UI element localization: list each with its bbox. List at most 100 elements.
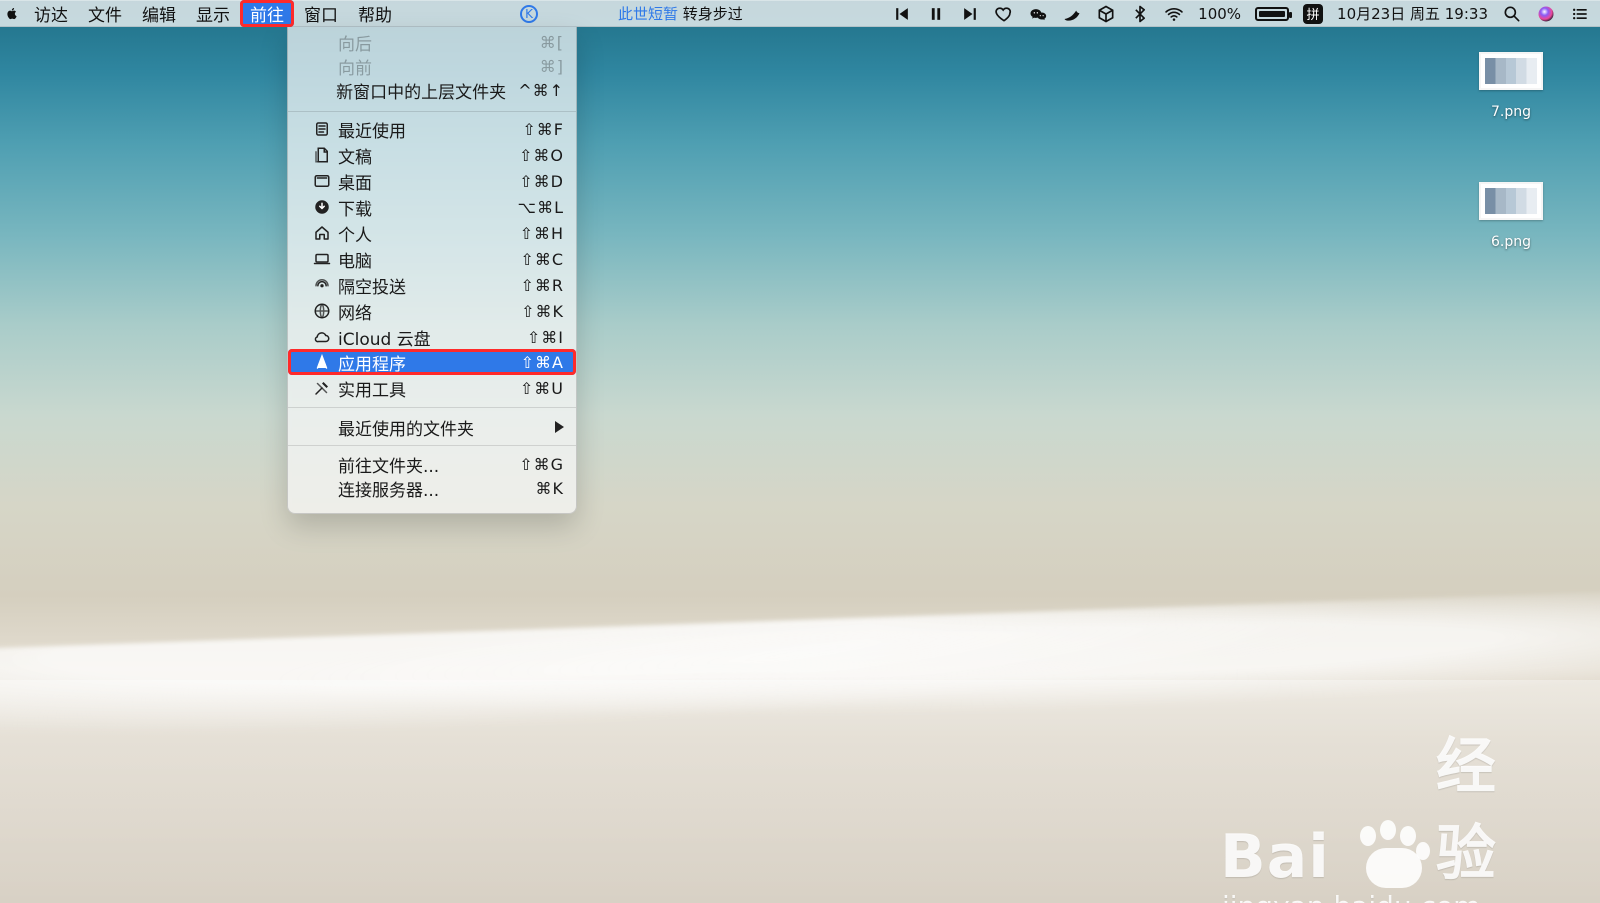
menu-item-go-to-folder[interactable]: 前往文件夹... ⇧⌘G bbox=[288, 451, 576, 477]
menu-item-shortcut: ^⌘↑ bbox=[518, 80, 564, 100]
menu-item-shortcut: ⇧⌘K bbox=[521, 301, 564, 321]
menubar-left: 访达 文件 编辑 显示 前往 窗口 帮助 bbox=[0, 0, 402, 27]
menu-item-icon-placeholder bbox=[312, 454, 332, 474]
menubar-item-label: 前往 bbox=[250, 5, 284, 26]
apple-icon bbox=[4, 4, 20, 22]
battery-icon[interactable] bbox=[1255, 6, 1293, 21]
pause-icon[interactable] bbox=[926, 4, 946, 24]
search-icon[interactable] bbox=[1502, 4, 1522, 24]
menu-item-label: iCloud 云盘 bbox=[338, 329, 431, 350]
menubar-item-label: 编辑 bbox=[142, 5, 176, 26]
network-icon bbox=[312, 301, 332, 321]
datetime[interactable]: 10月23日 周五 19:33 bbox=[1337, 3, 1488, 24]
desktop-file-7-png[interactable]: 7.png bbox=[1466, 52, 1556, 120]
menu-item-applications[interactable]: 应用程序 ⇧⌘A bbox=[288, 349, 576, 375]
file-thumbnail bbox=[1479, 182, 1543, 220]
menu-item-label: 下载 bbox=[338, 199, 372, 220]
submenu-arrow bbox=[544, 418, 564, 437]
menu-item-label: 连接服务器... bbox=[338, 480, 440, 501]
menubar-item-finder[interactable]: 访达 bbox=[24, 0, 78, 27]
menu-item-label: 最近使用 bbox=[338, 121, 406, 142]
menubar-item-view[interactable]: 显示 bbox=[186, 0, 240, 27]
menu-item-computer[interactable]: 电脑 ⇧⌘C bbox=[288, 246, 576, 272]
notification-center-icon[interactable] bbox=[1570, 4, 1590, 24]
menu-item-forward[interactable]: 向前 ⌘] bbox=[288, 53, 576, 79]
menu-item-recent-folders[interactable]: 最近使用的文件夹 bbox=[288, 414, 576, 440]
menu-item-shortcut: ⇧⌘R bbox=[520, 275, 564, 295]
menu-item-desktop[interactable]: 桌面 ⇧⌘D bbox=[288, 168, 576, 194]
menu-item-label: 文稿 bbox=[338, 147, 372, 168]
menu-item-shortcut: ⌘] bbox=[539, 56, 564, 76]
menu-item-shortcut: ⇧⌘I bbox=[526, 327, 564, 347]
menu-item-shortcut: ⇧⌘G bbox=[519, 454, 564, 474]
wechat-icon[interactable] bbox=[1028, 4, 1048, 24]
menubar-item-edit[interactable]: 编辑 bbox=[132, 0, 186, 27]
menu-item-label: 网络 bbox=[338, 303, 372, 324]
battery-percent: 100% bbox=[1198, 4, 1242, 23]
menu-item-shortcut: ⌘K bbox=[535, 478, 564, 498]
paw-icon bbox=[1342, 820, 1430, 892]
menu-item-shortcut: ⇧⌘C bbox=[520, 249, 564, 269]
previous-track-icon[interactable] bbox=[892, 4, 912, 24]
documents-icon bbox=[312, 145, 332, 165]
menubar-item-help[interactable]: 帮助 bbox=[348, 0, 402, 27]
menu-item-shortcut: ⌥⌘L bbox=[517, 197, 564, 217]
now-playing-suffix: 转身步过 bbox=[682, 5, 743, 23]
menu-item-utilities[interactable]: 实用工具 ⇧⌘U bbox=[288, 375, 576, 401]
desktop-file-6-png[interactable]: 6.png bbox=[1466, 182, 1556, 250]
next-track-icon[interactable] bbox=[960, 4, 980, 24]
menu-item-label: 隔空投送 bbox=[338, 277, 406, 298]
menu-item-enclosing-folder-new-window[interactable]: 新窗口中的上层文件夹 ^⌘↑ bbox=[288, 77, 576, 103]
bluetooth-icon[interactable] bbox=[1130, 4, 1150, 24]
now-playing-prefix: 此世短暂 bbox=[618, 5, 679, 23]
menu-item-label: 最近使用的文件夹 bbox=[338, 419, 474, 440]
applications-icon bbox=[312, 352, 332, 372]
menu-item-back[interactable]: 向后 ⌘[ bbox=[288, 29, 576, 55]
now-playing-text: 此世短暂 转身步过 bbox=[618, 3, 743, 24]
thumbnail-preview bbox=[1485, 188, 1537, 214]
menubar-item-file[interactable]: 文件 bbox=[78, 0, 132, 27]
menu-item-label: 实用工具 bbox=[338, 380, 406, 401]
menu-item-home[interactable]: 个人 ⇧⌘H bbox=[288, 220, 576, 246]
menu-item-network[interactable]: 网络 ⇧⌘K bbox=[288, 298, 576, 324]
bird-icon[interactable] bbox=[1062, 4, 1082, 24]
menu-item-shortcut: ⇧⌘H bbox=[519, 223, 564, 243]
menu-item-shortcut: ⇧⌘A bbox=[520, 352, 564, 372]
menu-item-connect-to-server[interactable]: 连接服务器... ⌘K bbox=[288, 475, 576, 501]
heart-icon[interactable] bbox=[994, 4, 1014, 24]
apple-menu[interactable] bbox=[0, 0, 24, 27]
input-method-icon[interactable]: 拼 bbox=[1303, 3, 1324, 24]
menu-item-recents[interactable]: 最近使用 ⇧⌘F bbox=[288, 116, 576, 142]
cube-icon[interactable] bbox=[1096, 4, 1116, 24]
menubar-item-label: 窗口 bbox=[304, 5, 338, 26]
menu-item-icloud-drive[interactable]: iCloud 云盘 ⇧⌘I bbox=[288, 324, 576, 350]
menu-item-shortcut: ⇧⌘U bbox=[519, 378, 564, 398]
menu-item-documents[interactable]: 文稿 ⇧⌘O bbox=[288, 142, 576, 168]
downloads-icon bbox=[312, 197, 332, 217]
menubar-item-label: 文件 bbox=[88, 5, 122, 26]
menu-item-label: 桌面 bbox=[338, 173, 372, 194]
menubar-right: 100% 拼 10月23日 周五 19:33 bbox=[892, 0, 1590, 27]
menu-item-shortcut: ⌘[ bbox=[539, 32, 564, 52]
menu-item-airdrop[interactable]: 隔空投送 ⇧⌘R bbox=[288, 272, 576, 298]
watermark-top: Bai 经验 bbox=[1220, 718, 1550, 892]
k-circle-icon[interactable]: K bbox=[520, 4, 538, 23]
menu-item-downloads[interactable]: 下载 ⌥⌘L bbox=[288, 194, 576, 220]
go-menu: 向后 ⌘[ 向前 ⌘] 新窗口中的上层文件夹 ^⌘↑ 最近使用 ⇧⌘F 文稿 ⇧… bbox=[287, 27, 577, 514]
menu-separator bbox=[288, 407, 576, 408]
menu-item-label: 向后 bbox=[338, 34, 372, 55]
k-icon-letter: K bbox=[525, 6, 533, 21]
menubar-item-go[interactable]: 前往 bbox=[240, 0, 294, 27]
utilities-icon bbox=[312, 378, 332, 398]
siri-icon[interactable] bbox=[1536, 4, 1556, 24]
menu-item-label: 新窗口中的上层文件夹 bbox=[336, 82, 507, 103]
menubar-item-label: 显示 bbox=[196, 5, 230, 26]
battery-fill bbox=[1259, 10, 1286, 17]
menu-item-label: 向前 bbox=[338, 58, 372, 79]
menubar-item-window[interactable]: 窗口 bbox=[294, 0, 348, 27]
wifi-icon[interactable] bbox=[1164, 4, 1184, 24]
file-name: 7.png bbox=[1490, 104, 1531, 120]
menu-item-label: 个人 bbox=[338, 225, 372, 246]
menu-item-icon-placeholder bbox=[312, 56, 332, 76]
input-method-label: 拼 bbox=[1306, 8, 1320, 23]
